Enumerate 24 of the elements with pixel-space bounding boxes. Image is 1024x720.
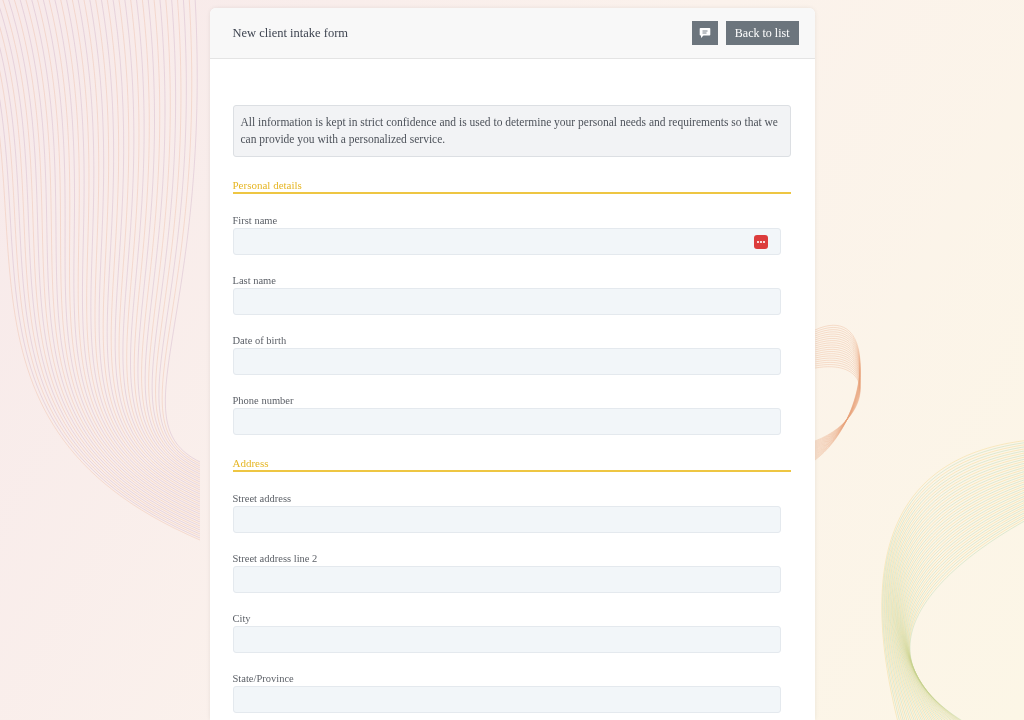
section-heading: Address	[232, 457, 791, 472]
input-field[interactable]	[232, 288, 781, 315]
input-field[interactable]	[232, 686, 781, 713]
section-heading: Personal details	[232, 179, 791, 194]
field-label: Street address line 2	[232, 553, 318, 564]
comment-button[interactable]	[691, 21, 718, 45]
input-field[interactable]	[232, 228, 781, 255]
back-to-list-button[interactable]: Back to list	[725, 21, 799, 45]
confidentiality-notice: All information is kept in strict confidence and is used to determine your personal needs and requirements so that we can provide you with a personalized service.	[232, 105, 791, 157]
input-field[interactable]	[232, 408, 781, 435]
field-label: Last name	[232, 275, 276, 286]
input-field[interactable]	[232, 566, 781, 593]
field-label: First name	[232, 215, 278, 226]
field-label: City	[232, 613, 251, 624]
autofill-menu-icon[interactable]	[753, 234, 768, 249]
speech-bubble-icon	[698, 27, 711, 39]
input-field[interactable]	[232, 506, 781, 533]
field-label: Street address	[232, 493, 292, 504]
form-title: New client intake form	[232, 25, 350, 41]
input-field[interactable]	[232, 348, 781, 375]
field-label: Date of birth	[232, 335, 287, 346]
field-label: State/Province	[232, 673, 294, 684]
field-label: Phone number	[232, 395, 294, 406]
input-field[interactable]	[232, 626, 781, 653]
